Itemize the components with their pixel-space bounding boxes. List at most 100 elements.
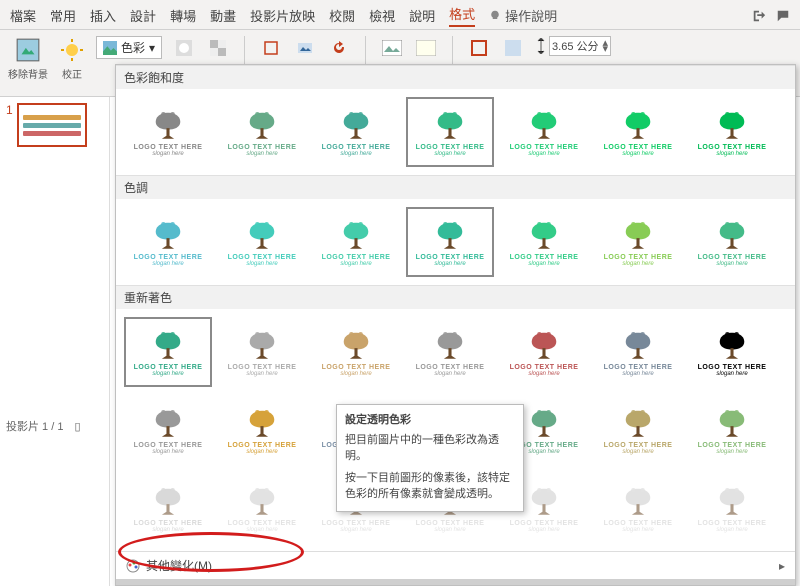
picture-effects-button[interactable] [501,36,525,60]
slide-counter: 投影片 1 / 1 [6,421,63,433]
thumb-subcaption: slogan here [340,527,371,533]
thumb-subcaption: slogan here [246,449,277,455]
reset-picture-button[interactable] [327,36,351,60]
tab-file[interactable]: 檔案 [10,6,36,25]
thumb-caption: LOGO TEXT HERE [322,364,391,371]
color-variant-thumb[interactable]: LOGO TEXT HEREslogan here [688,473,776,543]
color-dropdown-button[interactable]: 色彩 ▾ [96,36,162,59]
effects-icon [505,40,521,56]
color-variant-thumb[interactable]: LOGO TEXT HEREslogan here [500,317,588,387]
menu-set-transparent-color[interactable]: 設定透明色彩(S) [116,579,795,586]
color-variant-thumb[interactable]: LOGO TEXT HEREslogan here [500,97,588,167]
thumb-subcaption: slogan here [434,151,465,157]
color-variant-thumb[interactable]: LOGO TEXT HEREslogan here [218,473,306,543]
thumb-subcaption: slogan here [622,261,653,267]
color-variant-thumb[interactable]: LOGO TEXT HEREslogan here [594,97,682,167]
picture-border-button[interactable] [467,36,491,60]
saturation-row: LOGO TEXT HEREslogan here LOGO TEXT HERE… [116,89,795,175]
thumb-caption: LOGO TEXT HERE [228,254,297,261]
slide-thumb-1[interactable]: 1 [6,103,103,147]
menu-more-variations[interactable]: 其他變化(M) ▸ [116,552,795,579]
color-variant-thumb[interactable]: LOGO TEXT HEREslogan here [594,395,682,465]
tab-transitions[interactable]: 轉場 [170,6,196,25]
color-variant-thumb[interactable]: LOGO TEXT HEREslogan here [688,207,776,277]
change-picture-button[interactable] [293,36,317,60]
compress-button[interactable] [259,36,283,60]
color-variant-thumb[interactable]: LOGO TEXT HEREslogan here [594,317,682,387]
tab-view[interactable]: 檢視 [369,6,395,25]
picture-style-1[interactable] [380,36,404,60]
color-variant-thumb[interactable]: LOGO TEXT HEREslogan here [124,207,212,277]
color-variant-thumb[interactable]: LOGO TEXT HEREslogan here [688,317,776,387]
tab-insert[interactable]: 插入 [90,6,116,25]
thumb-caption: LOGO TEXT HERE [698,520,767,527]
thumb-subcaption: slogan here [528,261,559,267]
tab-review[interactable]: 校閱 [329,6,355,25]
color-variant-thumb[interactable]: LOGO TEXT HEREslogan here [688,395,776,465]
color-variant-thumb[interactable]: LOGO TEXT HEREslogan here [124,395,212,465]
thumb-subcaption: slogan here [246,527,277,533]
height-value: 3.65 公分 [552,38,598,54]
color-variant-thumb[interactable]: LOGO TEXT HEREslogan here [218,317,306,387]
color-variant-thumb[interactable]: LOGO TEXT HEREslogan here [594,473,682,543]
color-variant-thumb[interactable]: LOGO TEXT HEREslogan here [124,473,212,543]
color-variant-thumb[interactable]: LOGO TEXT HEREslogan here [594,207,682,277]
thumb-subcaption: slogan here [152,527,183,533]
border-icon [471,40,487,56]
share-icon[interactable] [752,9,766,23]
tab-slideshow[interactable]: 投影片放映 [250,6,315,25]
color-variant-thumb[interactable]: LOGO TEXT HEREslogan here [500,207,588,277]
tooltip-title: 設定透明色彩 [345,413,515,429]
thumb-subcaption: slogan here [528,527,559,533]
style-icon [382,40,402,56]
color-variant-thumb[interactable]: LOGO TEXT HEREslogan here [218,207,306,277]
color-variant-thumb[interactable]: LOGO TEXT HEREslogan here [406,97,494,167]
thumb-caption: LOGO TEXT HERE [604,144,673,151]
thumb-caption: LOGO TEXT HERE [228,364,297,371]
thumb-subcaption: slogan here [246,371,277,377]
tone-row: LOGO TEXT HEREslogan here LOGO TEXT HERE… [116,199,795,285]
color-icon [103,41,117,55]
palette-icon [126,559,140,573]
thumb-caption: LOGO TEXT HERE [416,144,485,151]
color-variant-thumb[interactable]: LOGO TEXT HEREslogan here [124,317,212,387]
thumb-subcaption: slogan here [528,449,559,455]
thumb-caption: LOGO TEXT HERE [604,442,673,449]
comments-icon[interactable] [776,9,790,23]
thumb-caption: LOGO TEXT HERE [134,364,203,371]
tab-format[interactable]: 格式 [449,4,475,27]
section-recolor: 重新著色 [116,285,795,309]
height-spinner[interactable]: 3.65 公分 ▴▾ [549,36,611,56]
tooltip-line1: 把目前圖片中的一種色彩改為透明。 [345,433,515,465]
color-variant-thumb[interactable]: LOGO TEXT HEREslogan here [406,317,494,387]
compress-icon [263,40,279,56]
slide-number: 1 [6,103,13,117]
thumb-subcaption: slogan here [434,261,465,267]
thumb-caption: LOGO TEXT HERE [134,254,203,261]
transparency-button[interactable] [206,36,230,60]
color-variant-thumb[interactable]: LOGO TEXT HEREslogan here [312,317,400,387]
tell-me-label: 操作說明 [505,6,557,25]
artistic-effects-button[interactable] [172,36,196,60]
tab-help[interactable]: 說明 [409,6,435,25]
thumb-subcaption: slogan here [622,151,653,157]
color-variant-thumb[interactable]: LOGO TEXT HEREslogan here [124,97,212,167]
tab-home[interactable]: 常用 [50,6,76,25]
thumb-subcaption: slogan here [716,449,747,455]
color-variant-thumb[interactable]: LOGO TEXT HEREslogan here [312,97,400,167]
corrections-button[interactable]: 校正 [58,36,86,81]
remove-background-button[interactable]: 移除背景 [8,36,48,81]
tell-me-search[interactable]: 操作說明 [489,6,557,25]
thumb-subcaption: slogan here [340,261,371,267]
color-variant-thumb[interactable]: LOGO TEXT HEREslogan here [218,395,306,465]
tab-design[interactable]: 設計 [130,6,156,25]
thumb-caption: LOGO TEXT HERE [510,254,579,261]
tab-animations[interactable]: 動畫 [210,6,236,25]
thumb-caption: LOGO TEXT HERE [134,144,203,151]
color-variant-thumb[interactable]: LOGO TEXT HEREslogan here [406,207,494,277]
color-variant-thumb[interactable]: LOGO TEXT HEREslogan here [218,97,306,167]
thumb-caption: LOGO TEXT HERE [604,254,673,261]
picture-style-2[interactable] [414,36,438,60]
color-variant-thumb[interactable]: LOGO TEXT HEREslogan here [312,207,400,277]
color-variant-thumb[interactable]: LOGO TEXT HEREslogan here [688,97,776,167]
